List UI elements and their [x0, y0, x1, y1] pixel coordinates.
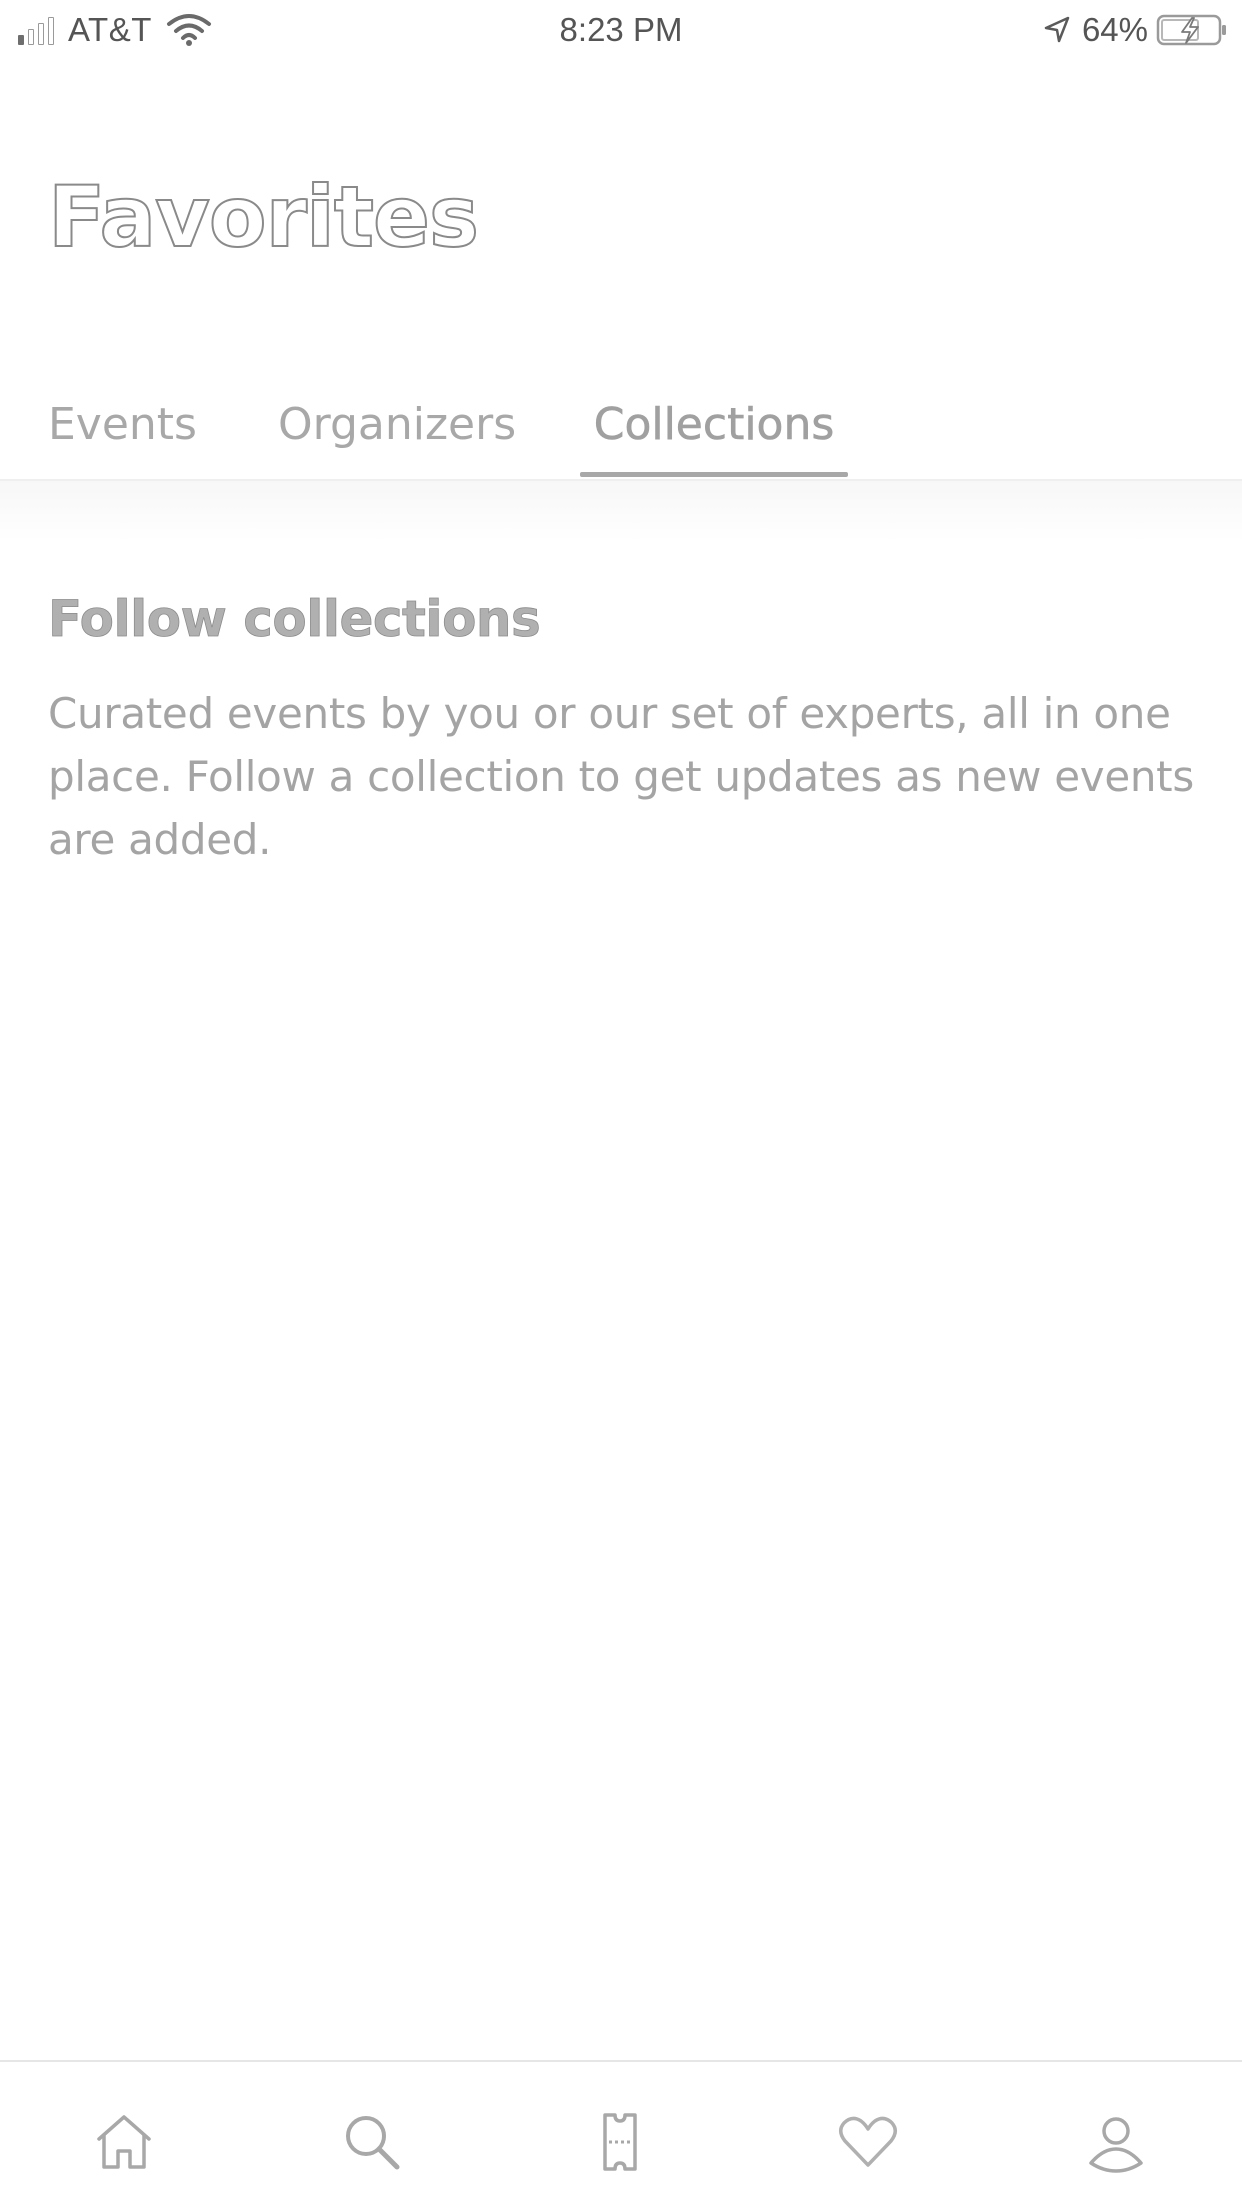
empty-state-description: Curated events by you or our set of expe… [48, 689, 1194, 864]
nav-tickets[interactable] [580, 2102, 660, 2182]
search-icon [346, 2116, 400, 2170]
ticket-icon [603, 2113, 637, 2171]
tab-shadow [0, 481, 1242, 541]
tab-events[interactable]: Events [48, 380, 197, 480]
active-tab-indicator [580, 472, 848, 477]
profile-icon [1089, 2117, 1143, 2173]
page-title: Favorites [47, 167, 480, 267]
nav-home[interactable] [84, 2102, 164, 2182]
nav-profile[interactable] [1076, 2102, 1156, 2182]
empty-state-heading: Follow collections [48, 590, 542, 649]
nav-search[interactable] [332, 2102, 412, 2182]
battery-charging-icon [1156, 14, 1226, 46]
tab-collections[interactable]: Collections [580, 380, 848, 480]
bottom-nav [0, 2060, 1242, 2210]
home-icon [97, 2115, 151, 2169]
nav-likes[interactable] [828, 2102, 908, 2182]
location-arrow-icon [1044, 16, 1070, 43]
status-bar: AT&T 8:23 PM 64% [0, 0, 1242, 60]
battery-percent: 64% [1081, 11, 1148, 48]
heart-icon [839, 2116, 897, 2167]
tab-bar: Events Organizers Collections [0, 380, 1242, 480]
status-right: 64% [1042, 8, 1228, 52]
tab-organizers[interactable]: Organizers [278, 380, 516, 480]
